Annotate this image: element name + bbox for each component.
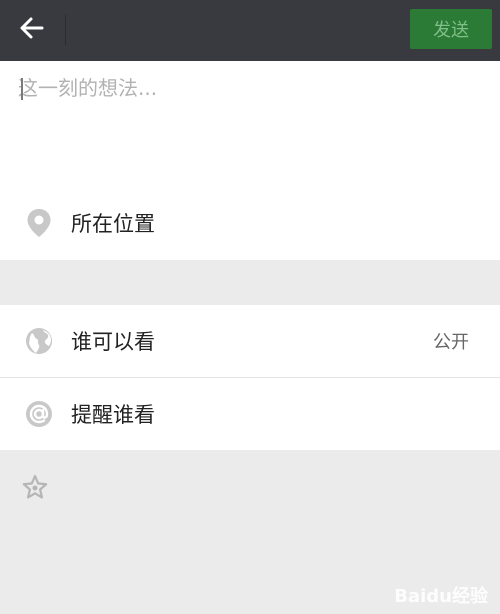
send-button[interactable]: 发送 [410, 9, 492, 49]
star-icon [22, 474, 48, 504]
location-row[interactable]: 所在位置 [0, 185, 500, 260]
location-label: 所在位置 [71, 211, 155, 236]
post-text-input[interactable] [18, 73, 478, 183]
at-sign-icon [24, 399, 54, 429]
mention-label: 提醒谁看 [71, 403, 155, 427]
visibility-label: 谁可以看 [71, 330, 155, 354]
arrow-left-icon [19, 15, 45, 45]
visibility-row[interactable]: 谁可以看 公开 [0, 305, 500, 377]
text-cursor [21, 78, 23, 100]
visibility-value: 公开 [433, 332, 469, 353]
watermark-text: Baidu经验 [394, 586, 488, 607]
favorite-button[interactable] [20, 474, 50, 504]
compose-section: 所在位置 [0, 61, 500, 260]
globe-icon [24, 326, 54, 356]
options-group: 谁可以看 公开 提醒谁看 [0, 305, 500, 450]
back-button[interactable] [10, 10, 54, 50]
top-bar: 发送 [0, 0, 500, 61]
location-pin-icon [24, 208, 54, 238]
header-divider [65, 15, 66, 45]
mention-row[interactable]: 提醒谁看 [0, 378, 500, 450]
